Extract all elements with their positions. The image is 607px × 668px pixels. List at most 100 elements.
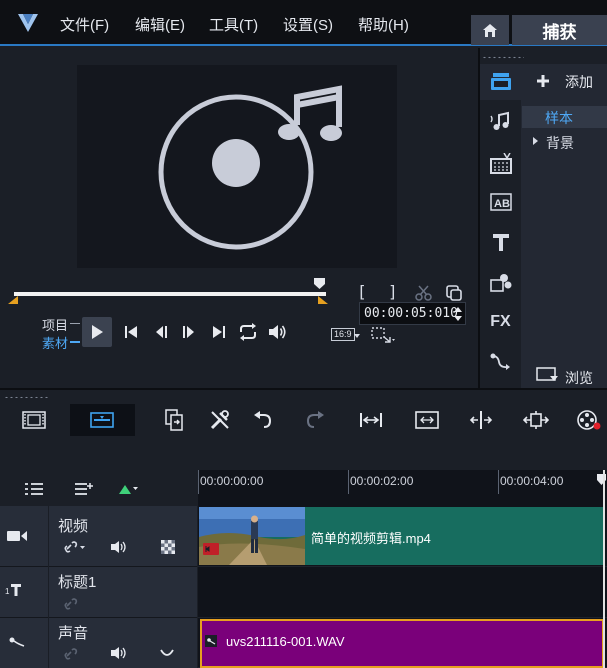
- tools-button[interactable]: [202, 404, 238, 436]
- media-category-button[interactable]: [480, 64, 521, 100]
- menu-file[interactable]: 文件(F): [60, 14, 109, 35]
- timecode-field[interactable]: 00:00:05:010: [359, 302, 466, 325]
- audio-clip-label: uvs211116-001.WAV: [226, 634, 345, 649]
- title-track-name: 标题1: [58, 574, 97, 591]
- record-icon: [577, 410, 601, 430]
- chapter-menu-icon[interactable]: [74, 482, 94, 496]
- audio-clip-icon: [205, 635, 217, 647]
- menu-help[interactable]: 帮助(H): [358, 14, 409, 35]
- split-button[interactable]: [463, 404, 499, 436]
- volume-icon[interactable]: [267, 323, 287, 341]
- undo-icon: [254, 411, 272, 428]
- play-button[interactable]: [82, 317, 112, 347]
- track-manager-icon[interactable]: [24, 482, 44, 496]
- mode-divider: [70, 323, 80, 324]
- playhead-marker-icon[interactable]: [313, 277, 326, 290]
- landscape-thumbnail-icon: [199, 507, 305, 565]
- add-marker-icon[interactable]: [117, 482, 139, 496]
- ruler-label-2: 00:00:04:00: [500, 474, 564, 488]
- scrubber-track[interactable]: [14, 292, 326, 296]
- motion-path-category-button[interactable]: [480, 344, 521, 380]
- video-track-header: 视频: [0, 506, 197, 567]
- menu-tools[interactable]: 工具(T): [209, 14, 258, 35]
- audio-track-header: 声音: [0, 618, 197, 668]
- timecode-spinner-icon[interactable]: [452, 304, 464, 324]
- track-volume-icon[interactable]: [110, 646, 128, 660]
- go-to-start-icon[interactable]: [123, 324, 139, 340]
- transition-category-button[interactable]: [480, 146, 521, 182]
- link-icon[interactable]: [64, 539, 86, 553]
- title-category-button[interactable]: AB: [480, 184, 521, 220]
- text-category-button[interactable]: [480, 224, 521, 260]
- audio-placeholder-icon: [158, 85, 342, 250]
- transition-icon: [489, 153, 512, 174]
- timeline-playhead-icon[interactable]: [596, 473, 607, 486]
- crop-resize-icon[interactable]: [370, 326, 396, 344]
- media-icon: [490, 73, 511, 90]
- redo-button[interactable]: [298, 404, 334, 436]
- browse-icon[interactable]: [536, 367, 560, 383]
- preview-window: [77, 65, 397, 268]
- ruler-label-0: 00:00:00:00: [200, 474, 264, 488]
- mode-clip[interactable]: 素材: [42, 333, 68, 352]
- checkerboard-icon[interactable]: [161, 540, 175, 554]
- track-volume-icon[interactable]: [110, 540, 128, 554]
- repeat-icon[interactable]: [238, 323, 258, 341]
- link-icon[interactable]: [64, 596, 78, 610]
- menu-bar: 文件(F) 编辑(E) 工具(T) 设置(S) 帮助(H) 捕获: [0, 0, 607, 46]
- browse-button[interactable]: 浏览: [565, 368, 593, 388]
- copy-document-icon: [165, 409, 183, 431]
- trim-end-marker-icon[interactable]: [318, 296, 328, 304]
- storyboard-view-button[interactable]: [16, 404, 52, 436]
- aspect-ratio-dropdown-icon[interactable]: [354, 334, 360, 338]
- next-frame-icon[interactable]: [180, 324, 196, 340]
- mode-project[interactable]: 项目: [42, 315, 68, 334]
- trim-start-marker-icon[interactable]: [8, 296, 18, 304]
- scissors-icon[interactable]: [415, 284, 433, 302]
- go-to-end-icon[interactable]: [211, 324, 227, 340]
- audio-ducking-icon[interactable]: [160, 648, 174, 658]
- menu-edit[interactable]: 编辑(E): [135, 14, 185, 35]
- audio-wave-icon: [9, 637, 25, 647]
- add-button[interactable]: 添加: [565, 72, 593, 92]
- video-track-name: 视频: [58, 518, 89, 535]
- undo-button[interactable]: [244, 404, 280, 436]
- library-folder-sample[interactable]: 样本: [545, 108, 573, 128]
- menu-settings[interactable]: 设置(S): [283, 14, 333, 35]
- mark-out-button[interactable]: ]: [388, 282, 398, 301]
- home-button[interactable]: [471, 15, 509, 45]
- record-button[interactable]: [571, 404, 607, 436]
- mark-in-button[interactable]: [: [357, 282, 367, 301]
- home-icon: [483, 23, 497, 37]
- ripple-edit-button[interactable]: [518, 404, 554, 436]
- record-capture-button[interactable]: [156, 404, 192, 436]
- previous-frame-icon[interactable]: [154, 324, 170, 340]
- add-icon[interactable]: [536, 74, 550, 88]
- redo-icon: [306, 411, 324, 428]
- app-logo-icon: [18, 14, 38, 32]
- tab-capture[interactable]: 捕获: [512, 15, 607, 45]
- title-track-body[interactable]: [198, 567, 607, 618]
- timeline-view-button[interactable]: [84, 404, 120, 436]
- expand-arrow-icon[interactable]: [533, 137, 538, 145]
- play-icon: [92, 325, 103, 339]
- ruler-tick: [198, 470, 199, 494]
- ripple-icon: [523, 411, 549, 429]
- fit-width-icon: [360, 413, 382, 427]
- ruler-label-1: 00:00:02:00: [350, 474, 414, 488]
- copy-frame-icon[interactable]: [445, 284, 463, 302]
- fit-screen-button[interactable]: [409, 404, 445, 436]
- fx-category-button[interactable]: FX: [480, 304, 521, 340]
- library-grip[interactable]: [482, 56, 524, 59]
- timeline-view-icon: [90, 412, 114, 428]
- library-folder-background[interactable]: 背景: [546, 133, 574, 153]
- link-icon[interactable]: [64, 646, 78, 660]
- audio-category-button[interactable]: [480, 104, 521, 140]
- aspect-ratio-button[interactable]: 16:9: [331, 328, 355, 341]
- mode-clip-indicator: [70, 341, 80, 343]
- fit-timeline-button[interactable]: [353, 404, 389, 436]
- title-track-header: 1 标题1: [0, 567, 197, 618]
- horizontal-separator: [0, 388, 607, 390]
- ruler-tick: [348, 470, 349, 494]
- graphics-category-button[interactable]: [480, 264, 521, 300]
